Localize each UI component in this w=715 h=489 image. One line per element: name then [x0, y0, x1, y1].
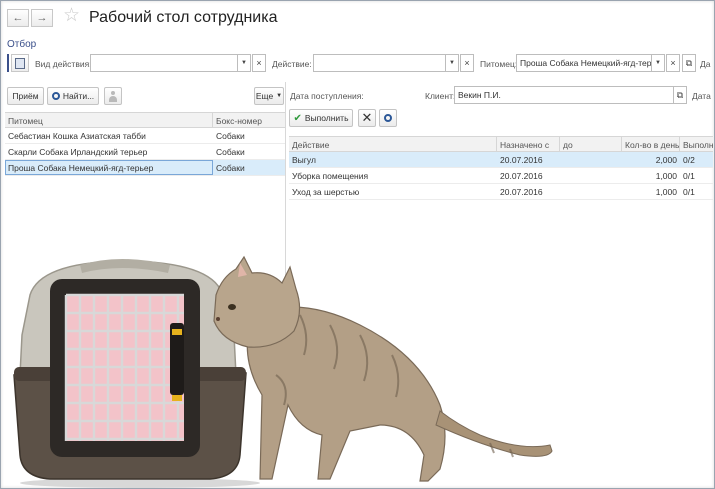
- filter-link[interactable]: Отбор: [7, 39, 36, 50]
- search-icon: [51, 92, 60, 100]
- pet-open-button[interactable]: ⧉: [682, 54, 696, 72]
- close-icon: ×: [670, 58, 676, 68]
- from-cell: 20.07.2016: [500, 187, 543, 197]
- close-icon: ✕: [361, 110, 373, 125]
- chevron-down-icon: ▼: [449, 60, 455, 66]
- cat-carrier-image: [13, 255, 553, 488]
- latch-yellow-bottom: [172, 395, 182, 401]
- to-cell: [560, 184, 622, 199]
- calendar-icon: [15, 57, 25, 69]
- back-button[interactable]: ←: [7, 9, 29, 27]
- action-cell: Уборка помещения: [292, 171, 369, 181]
- done-cell: 0/1: [683, 171, 695, 181]
- find-button-label: Найти...: [62, 91, 95, 101]
- date-label: Дата: [692, 91, 711, 101]
- column-header-to[interactable]: до: [560, 137, 622, 151]
- action-type-clear[interactable]: ×: [252, 54, 266, 72]
- forward-arrow-icon: →: [36, 12, 48, 24]
- more-button-label: Еще: [255, 91, 274, 101]
- column-header-action[interactable]: Действие: [289, 137, 497, 151]
- per-day-cell: 1,000: [655, 171, 677, 181]
- box-cell: Собаки: [216, 147, 245, 157]
- filter-bar: Вид действия: ▼ × Действие: ▼ × Питомец:…: [0, 53, 715, 73]
- copy-icon: ⧉: [676, 89, 684, 100]
- client-field[interactable]: Векин П.И.: [454, 86, 674, 104]
- column-header-per-day[interactable]: Кол-во в день: [622, 137, 680, 151]
- to-cell: [560, 152, 622, 167]
- table-row[interactable]: Скарли Собака Ирландский терьер Собаки: [5, 144, 285, 160]
- pet-cell: Себастиан Кошка Азиатская табби: [8, 131, 146, 141]
- action-field[interactable]: [313, 54, 446, 72]
- column-header-pet[interactable]: Питомец: [5, 113, 213, 127]
- pet-dropdown[interactable]: ▼: [651, 54, 665, 72]
- receive-button[interactable]: Приём: [7, 87, 44, 105]
- search-button[interactable]: [379, 109, 397, 127]
- person-icon: [108, 90, 118, 102]
- check-icon: ✔: [293, 112, 302, 124]
- action-cell: Выгул: [292, 155, 316, 165]
- find-button[interactable]: Найти...: [47, 87, 99, 105]
- close-icon: ×: [464, 58, 470, 68]
- forward-button[interactable]: →: [31, 9, 53, 27]
- from-cell: 20.07.2016: [500, 171, 543, 181]
- cat: [213, 255, 553, 482]
- column-header-from[interactable]: Назначено с: [497, 137, 560, 151]
- pet-field[interactable]: Проша Собака Немецкий-ягд-терьер: [516, 54, 652, 72]
- client-label: Клиент:: [425, 91, 456, 101]
- execute-button-label: Выполнить: [304, 113, 349, 123]
- actions-table-header: Действие Назначено с до Кол-во в день Вы…: [289, 137, 713, 152]
- pet-label: Питомец:: [480, 59, 518, 69]
- execute-button[interactable]: ✔ Выполнить: [289, 109, 353, 127]
- chevron-down-icon: ▼: [241, 60, 247, 66]
- chevron-down-icon: ▼: [276, 93, 283, 99]
- panel-splitter[interactable]: [285, 82, 286, 282]
- pets-table-header: Питомец Бокс-номер: [5, 113, 285, 128]
- action-label: Действие:: [272, 59, 312, 69]
- table-row[interactable]: Уборка помещения 20.07.2016 1,000 0/1: [289, 168, 713, 184]
- calendar-button[interactable]: [11, 54, 29, 72]
- action-type-dropdown[interactable]: ▼: [237, 54, 251, 72]
- cancel-button[interactable]: ✕: [358, 109, 376, 127]
- chevron-down-icon: ▼: [655, 60, 661, 66]
- action-cell: Уход за шерстью: [292, 187, 360, 197]
- latch-yellow-top: [172, 329, 182, 335]
- done-cell: 0/1: [683, 187, 695, 197]
- copy-icon: ⧉: [685, 57, 693, 68]
- more-button[interactable]: Еще ▼: [254, 87, 284, 105]
- extra-label: Да: [700, 59, 711, 69]
- column-header-box[interactable]: Бокс-номер: [213, 113, 285, 127]
- action-dropdown[interactable]: ▼: [445, 54, 459, 72]
- table-row[interactable]: Себастиан Кошка Азиатская табби Собаки: [5, 128, 285, 144]
- actions-table: Действие Назначено с до Кол-во в день Вы…: [289, 136, 713, 200]
- column-header-done[interactable]: Выполне: [680, 137, 713, 151]
- close-icon: ×: [256, 58, 262, 68]
- from-cell: 20.07.2016: [500, 155, 543, 165]
- done-cell: 0/2: [683, 155, 695, 165]
- table-row[interactable]: Уход за шерстью 20.07.2016 1,000 0/1: [289, 184, 713, 200]
- back-arrow-icon: ←: [12, 12, 24, 24]
- cat-carrier-illustration: [0, 255, 560, 489]
- action-type-label: Вид действия:: [35, 59, 92, 69]
- box-cell: Собаки: [216, 163, 245, 173]
- filter-divider: [7, 54, 9, 72]
- favorite-star-icon[interactable]: ☆: [63, 6, 80, 25]
- table-row-selected[interactable]: Выгул 20.07.2016 2,000 0/2: [289, 152, 713, 168]
- box-cell: Собаки: [216, 131, 245, 141]
- client-open-button[interactable]: ⧉: [673, 86, 687, 104]
- pet-clear[interactable]: ×: [666, 54, 680, 72]
- to-cell: [560, 168, 622, 183]
- per-day-cell: 2,000: [655, 155, 677, 165]
- pets-table: Питомец Бокс-номер Себастиан Кошка Азиат…: [5, 112, 285, 176]
- action-type-field[interactable]: [90, 54, 238, 72]
- pet-cell: Скарли Собака Ирландский терьер: [8, 147, 148, 157]
- arrival-date-label: Дата поступления:: [290, 91, 364, 101]
- table-row-selected[interactable]: Проша Собака Немецкий-ягд-терьер Собаки: [5, 160, 285, 176]
- action-clear[interactable]: ×: [460, 54, 474, 72]
- per-day-cell: 1,000: [655, 187, 677, 197]
- search-icon: [384, 114, 392, 122]
- page-title: Рабочий стол сотрудника: [89, 9, 278, 26]
- pet-cell: Проша Собака Немецкий-ягд-терьер: [5, 160, 213, 175]
- person-button[interactable]: [104, 87, 122, 105]
